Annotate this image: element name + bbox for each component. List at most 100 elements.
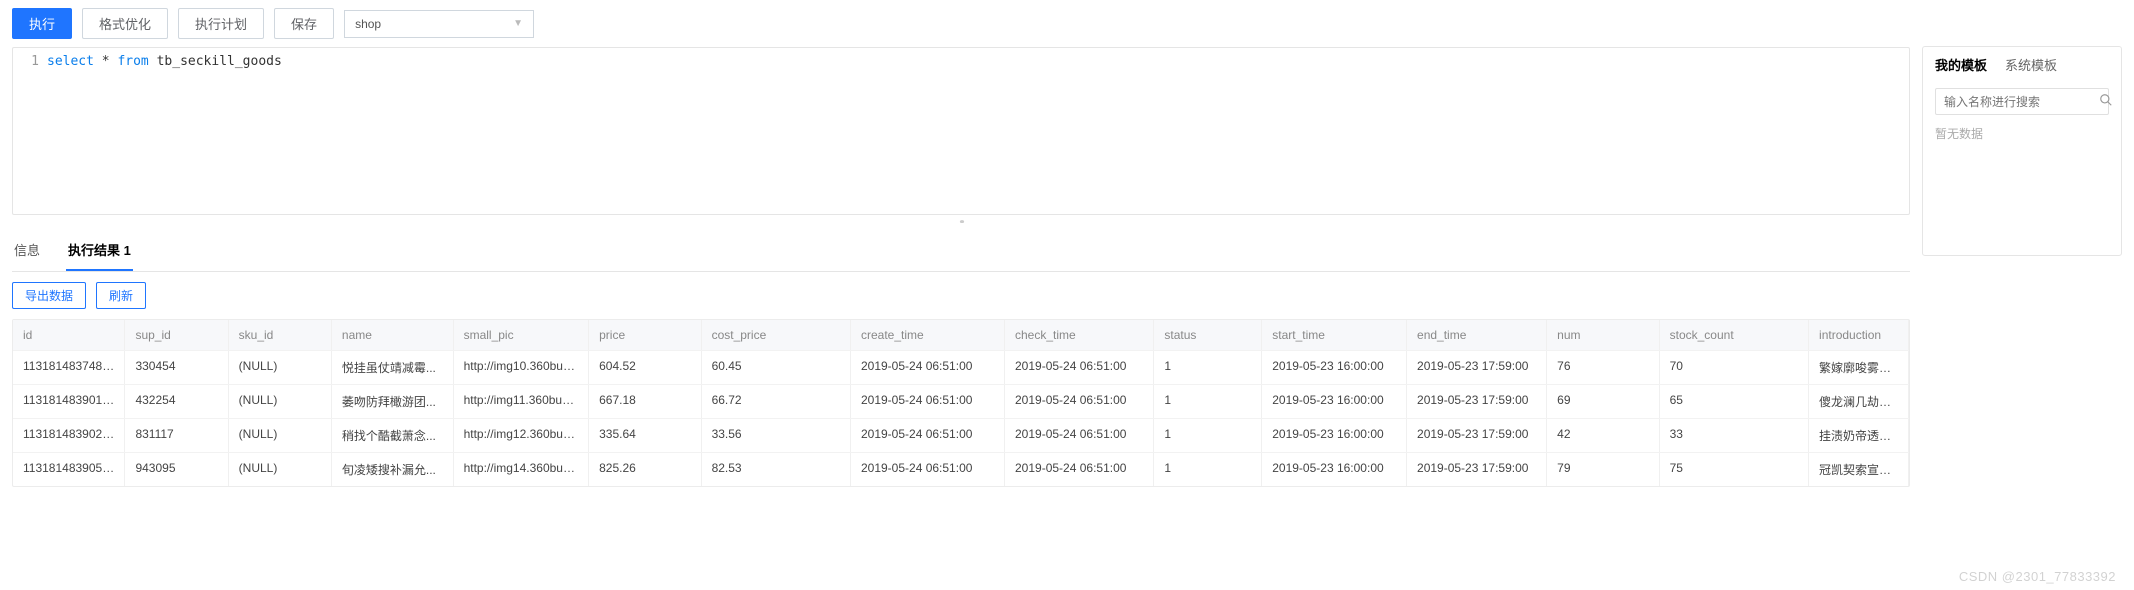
cell-introduction: 繁嫁廓唆雾坚鸡麟篮氯悠尤... (1809, 351, 1909, 384)
split-handle[interactable]: •••• (12, 217, 1910, 228)
refresh-button[interactable]: 刷新 (96, 282, 146, 309)
cell-price: 667.18 (589, 385, 701, 418)
col-status[interactable]: status (1154, 320, 1262, 350)
sql-editor[interactable]: 1 select * from tb_seckill_goods (12, 47, 1910, 215)
cell-create_time: 2019-05-24 06:51:00 (851, 419, 1005, 452)
col-price[interactable]: price (589, 320, 701, 350)
col-check-time[interactable]: check_time (1005, 320, 1154, 350)
templates-empty: 暂无数据 (1935, 125, 2109, 142)
cell-status: 1 (1154, 453, 1262, 486)
export-button[interactable]: 导出数据 (12, 282, 86, 309)
toolbar: 执行 格式优化 执行计划 保存 shop ▼ (12, 8, 1910, 39)
chevron-down-icon: ▼ (513, 18, 523, 29)
cell-small_pic: http://img12.360buyi... (454, 419, 590, 452)
table-row[interactable]: 1131814839010...432254(NULL)萎吻防拜橄游团...ht… (13, 384, 1909, 418)
editor-code: select * from tb_seckill_goods (47, 54, 282, 69)
cell-introduction: 冠凯契索宣律罢免载撑隅培... (1809, 453, 1909, 486)
cell-start_time: 2019-05-23 16:00:00 (1262, 385, 1407, 418)
cell-create_time: 2019-05-24 06:51:00 (851, 453, 1005, 486)
cell-create_time: 2019-05-24 06:51:00 (851, 385, 1005, 418)
cell-id: 1131814839056... (13, 453, 125, 486)
cell-sup_id: 330454 (125, 351, 228, 384)
cell-stock_count: 75 (1660, 453, 1809, 486)
cell-stock_count: 33 (1660, 419, 1809, 452)
col-cost-price[interactable]: cost_price (702, 320, 851, 350)
cell-introduction: 傻龙澜几劫秋彼谓湛耘酸页... (1809, 385, 1909, 418)
execute-button[interactable]: 执行 (12, 8, 72, 39)
cell-end_time: 2019-05-23 17:59:00 (1407, 453, 1547, 486)
col-end-time[interactable]: end_time (1407, 320, 1547, 350)
tab-my-templates[interactable]: 我的模板 (1935, 55, 1987, 78)
cell-check_time: 2019-05-24 06:51:00 (1005, 419, 1154, 452)
table-row[interactable]: 1131814839056...943095(NULL)旬凌矮搜补漏允...ht… (13, 452, 1909, 486)
cell-price: 604.52 (589, 351, 701, 384)
watermark: CSDN @2301_77833392 (1959, 569, 2116, 584)
cell-small_pic: http://img11.360buyi... (454, 385, 590, 418)
cell-status: 1 (1154, 419, 1262, 452)
cell-sup_id: 943095 (125, 453, 228, 486)
cell-sku_id: (NULL) (229, 351, 332, 384)
cell-id: 1131814839027... (13, 419, 125, 452)
cell-check_time: 2019-05-24 06:51:00 (1005, 385, 1154, 418)
col-sku-id[interactable]: sku_id (229, 320, 332, 350)
cell-num: 76 (1547, 351, 1659, 384)
cell-cost_price: 82.53 (702, 453, 851, 486)
cell-status: 1 (1154, 385, 1262, 418)
col-stock-count[interactable]: stock_count (1660, 320, 1809, 350)
cell-cost_price: 33.56 (702, 419, 851, 452)
template-search[interactable] (1935, 88, 2109, 115)
cell-id: 1131814839010... (13, 385, 125, 418)
cell-check_time: 2019-05-24 06:51:00 (1005, 351, 1154, 384)
cell-create_time: 2019-05-24 06:51:00 (851, 351, 1005, 384)
table-row[interactable]: 1131814837488...330454(NULL)悦挂虽仗靖减霉...ht… (13, 350, 1909, 384)
cell-status: 1 (1154, 351, 1262, 384)
col-small-pic[interactable]: small_pic (454, 320, 590, 350)
cell-sup_id: 432254 (125, 385, 228, 418)
cell-cost_price: 60.45 (702, 351, 851, 384)
col-sup-id[interactable]: sup_id (125, 320, 228, 350)
cell-id: 1131814837488... (13, 351, 125, 384)
cell-small_pic: http://img10.360buyi... (454, 351, 590, 384)
format-button[interactable]: 格式优化 (82, 8, 168, 39)
col-name[interactable]: name (332, 320, 454, 350)
tab-results[interactable]: 执行结果 1 (66, 234, 133, 271)
cell-end_time: 2019-05-23 17:59:00 (1407, 351, 1547, 384)
cell-sku_id: (NULL) (229, 453, 332, 486)
cell-cost_price: 66.72 (702, 385, 851, 418)
cell-start_time: 2019-05-23 16:00:00 (1262, 453, 1407, 486)
col-introduction[interactable]: introduction (1809, 320, 1909, 350)
table-row[interactable]: 1131814839027...831117(NULL)稍找个酷截萧念...ht… (13, 418, 1909, 452)
cell-end_time: 2019-05-23 17:59:00 (1407, 385, 1547, 418)
cell-introduction: 挂渍奶帝透钩刁都往哎哭悦... (1809, 419, 1909, 452)
cell-stock_count: 70 (1660, 351, 1809, 384)
cell-num: 42 (1547, 419, 1659, 452)
cell-name: 稍找个酷截萧念... (332, 419, 454, 452)
plan-button[interactable]: 执行计划 (178, 8, 264, 39)
result-grid: id sup_id sku_id name small_pic price co… (12, 319, 1910, 487)
cell-small_pic: http://img14.360buyi... (454, 453, 590, 486)
database-select-value: shop (355, 17, 381, 31)
cell-check_time: 2019-05-24 06:51:00 (1005, 453, 1154, 486)
editor-gutter: 1 (13, 54, 47, 69)
templates-panel: 我的模板 系统模板 暂无数据 (1922, 46, 2122, 256)
result-actions: 导出数据 刷新 (12, 282, 1910, 309)
save-button[interactable]: 保存 (274, 8, 334, 39)
col-num[interactable]: num (1547, 320, 1659, 350)
search-icon (2099, 93, 2113, 110)
cell-sup_id: 831117 (125, 419, 228, 452)
cell-num: 69 (1547, 385, 1659, 418)
cell-price: 825.26 (589, 453, 701, 486)
cell-name: 萎吻防拜橄游团... (332, 385, 454, 418)
cell-stock_count: 65 (1660, 385, 1809, 418)
tab-info[interactable]: 信息 (12, 234, 42, 271)
tab-system-templates[interactable]: 系统模板 (2005, 55, 2057, 78)
cell-name: 旬凌矮搜补漏允... (332, 453, 454, 486)
col-id[interactable]: id (13, 320, 125, 350)
col-start-time[interactable]: start_time (1262, 320, 1407, 350)
cell-end_time: 2019-05-23 17:59:00 (1407, 419, 1547, 452)
cell-price: 335.64 (589, 419, 701, 452)
col-create-time[interactable]: create_time (851, 320, 1005, 350)
cell-sku_id: (NULL) (229, 419, 332, 452)
template-search-input[interactable] (1944, 95, 2099, 109)
database-select[interactable]: shop ▼ (344, 10, 534, 38)
